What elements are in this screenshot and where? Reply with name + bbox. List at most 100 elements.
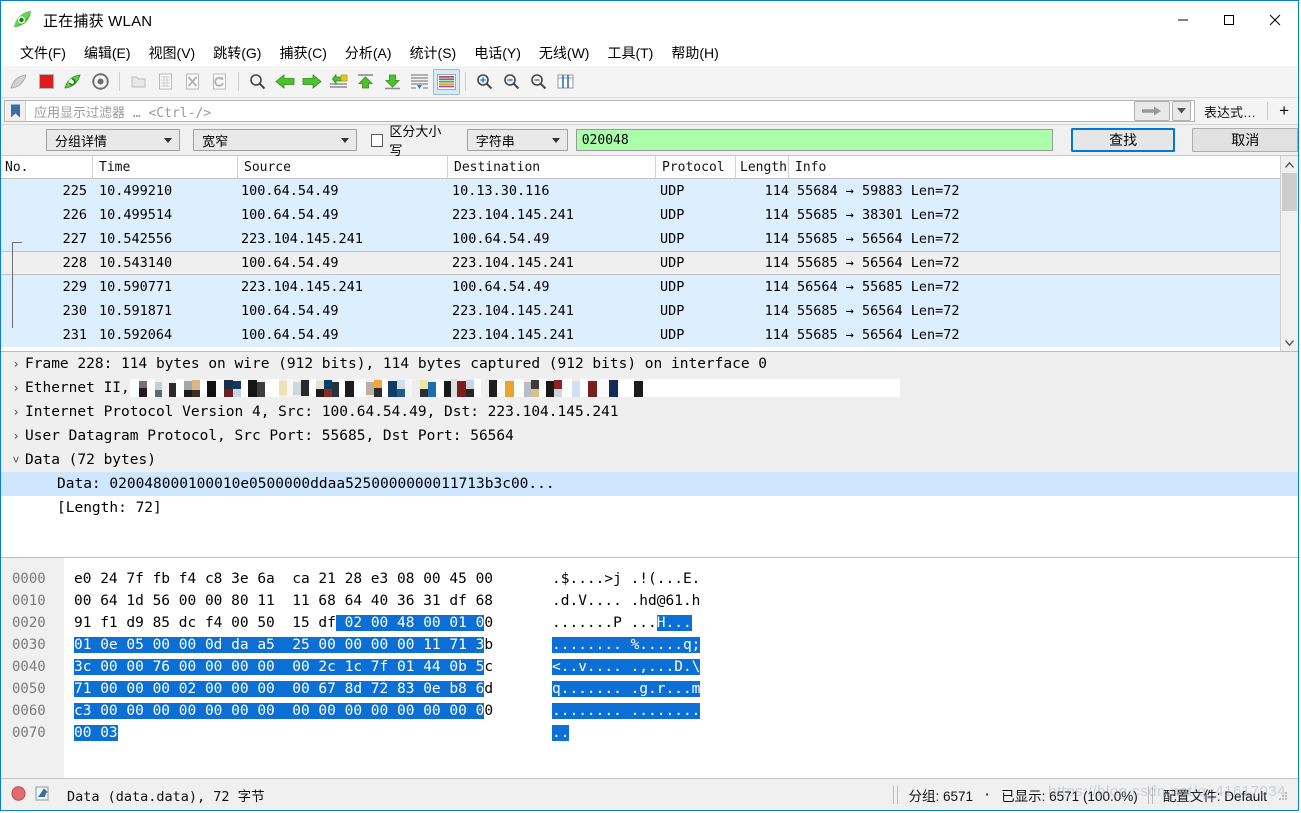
filter-expression-button[interactable]: 表达式… bbox=[1195, 98, 1265, 124]
scroll-down-icon[interactable] bbox=[1281, 334, 1298, 351]
find-cancel-button[interactable]: 取消 bbox=[1192, 128, 1298, 152]
detail-data-length[interactable]: [Length: 72] bbox=[1, 496, 1298, 520]
hex-body[interactable]: e0 24 7f fb f4 c8 3e 6a ca 21 28 e3 08 0… bbox=[64, 558, 1298, 778]
start-capture-icon[interactable] bbox=[6, 69, 33, 95]
close-button[interactable] bbox=[1252, 1, 1298, 39]
save-file-icon[interactable] bbox=[152, 69, 179, 95]
hex-ascii[interactable]: .. bbox=[534, 722, 569, 744]
bookmark-icon[interactable] bbox=[6, 101, 26, 121]
table-row[interactable]: 230 10.591871 100.64.54.49 223.104.145.2… bbox=[1, 299, 1280, 323]
colorize-icon[interactable] bbox=[433, 69, 460, 95]
scrollbar-thumb[interactable] bbox=[1282, 173, 1297, 211]
menu-capture[interactable]: 捕获(C) bbox=[270, 40, 335, 66]
find-narrow-wide-combo[interactable]: 宽窄 bbox=[193, 129, 356, 151]
find-packet-icon[interactable] bbox=[244, 69, 271, 95]
go-forward-icon[interactable] bbox=[298, 69, 325, 95]
hex-row[interactable]: 71 00 00 00 02 00 00 00 00 67 8d 72 83 0… bbox=[64, 678, 1298, 700]
apply-filter-button[interactable] bbox=[1134, 101, 1170, 121]
zoom-in-icon[interactable] bbox=[471, 69, 498, 95]
column-header-protocol[interactable]: Protocol bbox=[656, 156, 736, 178]
find-search-in-combo[interactable]: 分组详情 bbox=[46, 129, 180, 151]
column-header-length[interactable]: Length bbox=[736, 156, 789, 178]
detail-udp[interactable]: › User Datagram Protocol, Src Port: 5568… bbox=[1, 424, 1298, 448]
hex-ascii[interactable]: ........ %.....q; bbox=[534, 634, 700, 656]
go-back-icon[interactable] bbox=[271, 69, 298, 95]
hex-ascii[interactable]: .d.V.... .hd@61.h bbox=[534, 590, 700, 612]
restart-capture-icon[interactable] bbox=[60, 69, 87, 95]
autoscroll-icon[interactable] bbox=[406, 69, 433, 95]
table-row[interactable]: 229 10.590771 223.104.145.241 100.64.54.… bbox=[1, 275, 1280, 299]
table-row[interactable]: 227 10.542556 223.104.145.241 100.64.54.… bbox=[1, 227, 1280, 251]
menu-tools[interactable]: 工具(T) bbox=[598, 40, 662, 66]
open-file-icon[interactable] bbox=[125, 69, 152, 95]
zoom-reset-icon[interactable] bbox=[525, 69, 552, 95]
hex-row[interactable]: c3 00 00 00 00 00 00 00 00 00 00 00 00 0… bbox=[64, 700, 1298, 722]
add-filter-button[interactable]: + bbox=[1270, 98, 1298, 124]
menu-file[interactable]: 文件(F) bbox=[11, 40, 75, 66]
detail-ethernet[interactable]: › Ethernet II, bbox=[1, 376, 1298, 400]
hex-bytes[interactable]: e0 24 7f fb f4 c8 3e 6a ca 21 28 e3 08 0… bbox=[64, 568, 534, 590]
menu-view[interactable]: 视图(V) bbox=[140, 40, 205, 66]
menu-go[interactable]: 跳转(G) bbox=[204, 40, 270, 66]
reload-file-icon[interactable] bbox=[206, 69, 233, 95]
menu-statistics[interactable]: 统计(S) bbox=[401, 40, 466, 66]
detail-ipv4[interactable]: › Internet Protocol Version 4, Src: 100.… bbox=[1, 400, 1298, 424]
hex-row[interactable]: 91 f1 d9 85 dc f4 00 50 15 df 02 00 48 0… bbox=[64, 612, 1298, 634]
hex-ascii[interactable]: .......P ...H... bbox=[534, 612, 692, 634]
hex-row[interactable]: 00 03.. bbox=[64, 722, 1298, 744]
menu-help[interactable]: 帮助(H) bbox=[662, 40, 727, 66]
column-header-info[interactable]: Info bbox=[789, 156, 1280, 178]
hex-bytes[interactable]: 00 64 1d 56 00 00 80 11 11 68 64 40 36 3… bbox=[64, 590, 534, 612]
menu-edit[interactable]: 编辑(E) bbox=[75, 40, 140, 66]
chevron-right-icon[interactable]: › bbox=[7, 405, 25, 419]
go-to-packet-icon[interactable] bbox=[325, 69, 352, 95]
hex-bytes[interactable]: c3 00 00 00 00 00 00 00 00 00 00 00 00 0… bbox=[64, 700, 534, 722]
hex-bytes[interactable]: 91 f1 d9 85 dc f4 00 50 15 df 02 00 48 0… bbox=[64, 612, 534, 634]
go-last-packet-icon[interactable] bbox=[379, 69, 406, 95]
detail-frame[interactable]: › Frame 228: 114 bytes on wire (912 bits… bbox=[1, 352, 1298, 376]
detail-data[interactable]: ˅ Data (72 bytes) bbox=[1, 448, 1298, 472]
chevron-right-icon[interactable]: › bbox=[7, 357, 25, 371]
find-display-type-combo[interactable]: 字符串 bbox=[467, 129, 568, 151]
hex-bytes[interactable]: 00 03 bbox=[64, 722, 534, 744]
column-header-destination[interactable]: Destination bbox=[448, 156, 656, 178]
find-query-input[interactable]: 020048 bbox=[576, 129, 1053, 151]
close-file-icon[interactable] bbox=[179, 69, 206, 95]
resize-columns-icon[interactable] bbox=[552, 69, 579, 95]
menu-wireless[interactable]: 无线(W) bbox=[530, 40, 599, 66]
hex-row[interactable]: 3c 00 00 76 00 00 00 00 00 2c 1c 7f 01 4… bbox=[64, 656, 1298, 678]
maximize-button[interactable] bbox=[1206, 1, 1252, 39]
menu-analyze[interactable]: 分析(A) bbox=[336, 40, 401, 66]
table-row-selected[interactable]: 228 10.543140 100.64.54.49 223.104.145.2… bbox=[1, 251, 1280, 275]
filter-history-dropdown[interactable] bbox=[1172, 101, 1191, 121]
hex-ascii[interactable]: <..v.... .,...D.\ bbox=[534, 656, 700, 678]
hex-ascii[interactable]: .$....>j .!(...E. bbox=[534, 568, 700, 590]
resize-grip-icon[interactable] bbox=[1277, 789, 1288, 800]
table-row[interactable]: 231 10.592064 100.64.54.49 223.104.145.2… bbox=[1, 323, 1280, 347]
minimize-button[interactable] bbox=[1160, 1, 1206, 39]
hex-row[interactable]: 00 64 1d 56 00 00 80 11 11 68 64 40 36 3… bbox=[64, 590, 1298, 612]
zoom-out-icon[interactable] bbox=[498, 69, 525, 95]
chevron-right-icon[interactable]: › bbox=[7, 381, 25, 395]
packet-list-scrollbar[interactable] bbox=[1280, 156, 1298, 351]
hex-bytes[interactable]: 71 00 00 00 02 00 00 00 00 67 8d 72 83 0… bbox=[64, 678, 534, 700]
hex-ascii[interactable]: q....... .g.r...m bbox=[534, 678, 700, 700]
expert-info-icon[interactable] bbox=[35, 786, 50, 804]
table-row[interactable]: 225 10.499210 100.64.54.49 10.13.30.116 … bbox=[1, 179, 1280, 203]
capture-options-icon[interactable] bbox=[87, 69, 114, 95]
hex-row[interactable]: e0 24 7f fb f4 c8 3e 6a ca 21 28 e3 08 0… bbox=[64, 568, 1298, 590]
hex-bytes[interactable]: 3c 00 00 76 00 00 00 00 00 2c 1c 7f 01 4… bbox=[64, 656, 534, 678]
display-filter-input[interactable]: 应用显示过滤器 … <Ctrl-/> bbox=[4, 100, 1195, 122]
capture-stopped-icon[interactable] bbox=[11, 786, 26, 804]
column-header-time[interactable]: Time bbox=[93, 156, 238, 178]
chevron-right-icon[interactable]: › bbox=[7, 429, 25, 443]
column-header-source[interactable]: Source bbox=[238, 156, 448, 178]
stop-capture-icon[interactable] bbox=[33, 69, 60, 95]
menu-telephony[interactable]: 电话(Y) bbox=[465, 40, 530, 66]
hex-row[interactable]: 01 0e 05 00 00 0d da a5 25 00 00 00 00 1… bbox=[64, 634, 1298, 656]
scroll-up-icon[interactable] bbox=[1281, 156, 1298, 173]
chevron-down-icon[interactable]: ˅ bbox=[7, 453, 25, 468]
find-button[interactable]: 查找 bbox=[1071, 128, 1176, 152]
find-case-sensitive-checkbox[interactable]: 区分大小写 bbox=[371, 121, 453, 159]
hex-ascii[interactable]: ........ ........ bbox=[534, 700, 700, 722]
